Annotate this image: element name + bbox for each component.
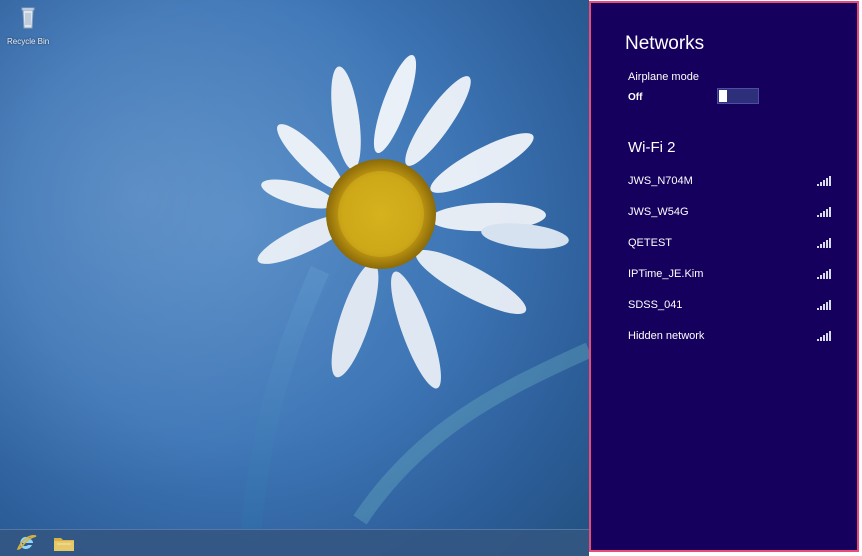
wifi-network-list: JWS_N704M JWS_W54G QETEST IPTime_JE.Kim … <box>591 171 857 357</box>
networks-title: Networks <box>625 33 705 54</box>
wifi-signal-icon <box>817 238 831 248</box>
wifi-signal-icon <box>817 176 831 186</box>
screen: Recycle Bin Networks Airplane mode Off W… <box>0 0 862 556</box>
recycle-bin-icon <box>21 7 35 29</box>
wifi-signal-icon <box>817 207 831 217</box>
airplane-mode-toggle[interactable] <box>717 88 759 104</box>
toggle-knob <box>719 90 727 102</box>
wifi-network-item[interactable]: JWS_W54G <box>591 202 857 233</box>
wifi-signal-icon <box>817 269 831 279</box>
networks-panel-content: Networks Airplane mode Off Wi-Fi 2 JWS_N… <box>591 3 857 550</box>
airplane-mode-value: Off <box>628 92 643 103</box>
wifi-network-item[interactable]: JWS_N704M <box>591 171 857 202</box>
wifi-network-name: JWS_N704M <box>628 175 693 187</box>
wifi-network-name: JWS_W54G <box>628 206 689 218</box>
wifi-network-name: QETEST <box>628 237 673 249</box>
wifi-network-item[interactable]: SDSS_041 <box>591 295 857 326</box>
taskbar <box>0 529 589 556</box>
wifi-network-item[interactable]: IPTime_JE.Kim <box>591 264 857 295</box>
wifi-network-name: IPTime_JE.Kim <box>628 268 704 280</box>
networks-panel: Networks Airplane mode Off Wi-Fi 2 JWS_N… <box>589 1 859 552</box>
wifi-network-item[interactable]: Hidden network <box>591 326 857 357</box>
wifi-network-name: SDSS_041 <box>628 299 683 311</box>
wifi-network-name: Hidden network <box>628 330 705 342</box>
wifi-network-item[interactable]: QETEST <box>591 233 857 264</box>
wifi-signal-icon <box>817 331 831 341</box>
wifi-section-title: Wi-Fi 2 <box>628 139 676 156</box>
internet-explorer-icon[interactable] <box>16 533 38 553</box>
desktop: Recycle Bin <box>0 0 589 556</box>
airplane-mode-label: Airplane mode <box>628 71 699 83</box>
daisy-wallpaper <box>240 54 589 541</box>
wifi-signal-icon <box>817 300 831 310</box>
file-explorer-icon[interactable] <box>53 534 75 552</box>
recycle-bin-desktop-icon[interactable]: Recycle Bin <box>7 6 49 54</box>
recycle-bin-label: Recycle Bin <box>7 37 50 46</box>
